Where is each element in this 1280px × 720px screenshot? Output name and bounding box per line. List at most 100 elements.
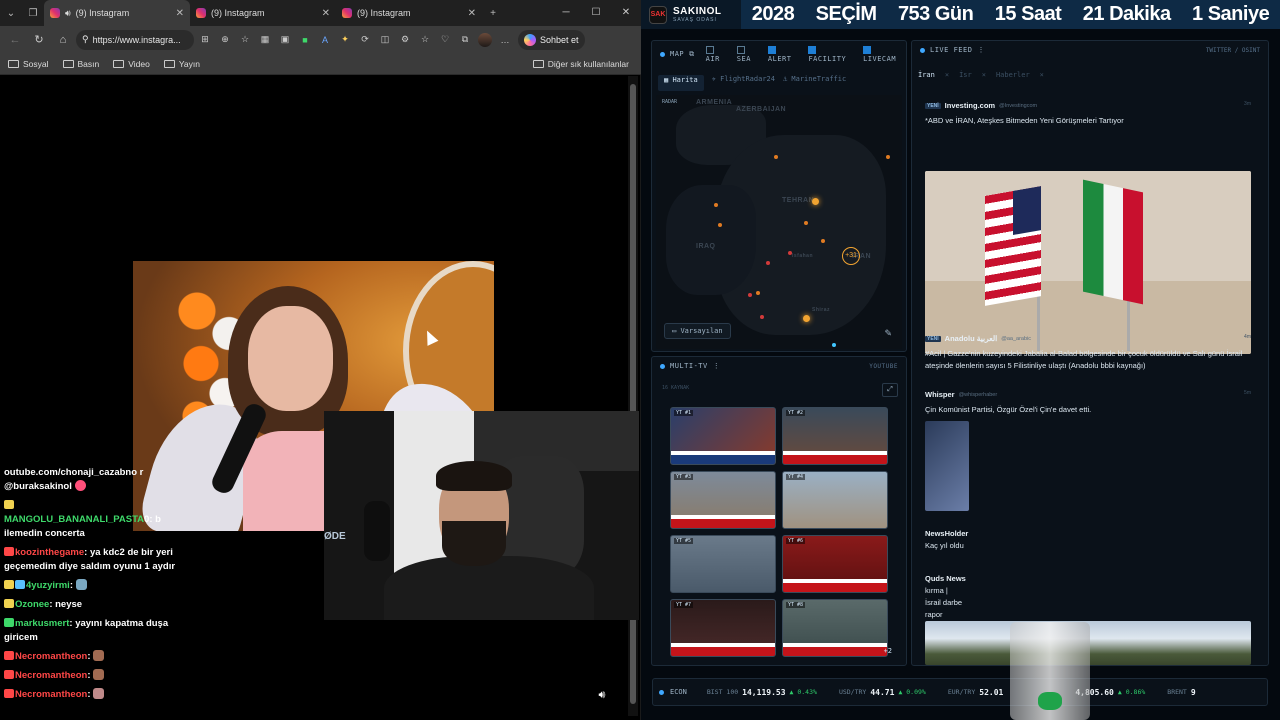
favorites-icon[interactable]: ☆ [416,31,434,49]
map-marker[interactable] [756,291,760,295]
url-field[interactable]: ⚲ https://www.instagra... [76,29,194,50]
sync-icon[interactable]: ⟳ [356,31,374,49]
workspaces-icon[interactable]: ❐ [22,2,44,24]
tv-stream[interactable]: YT #5 [670,535,776,593]
translate-icon[interactable]: A [316,31,334,49]
checkbox-icon[interactable] [705,45,714,54]
tv-stream[interactable]: YT #2 [782,407,888,465]
tv-stream[interactable]: YT #7 [670,599,776,657]
map-marker[interactable] [804,221,808,225]
feed-tab-news[interactable]: Haberler [996,71,1030,79]
map-marker[interactable] [718,223,722,227]
map-marker[interactable] [760,315,764,319]
tv-stream[interactable]: YT #1 [670,407,776,465]
feed-item[interactable]: YENİ Anadolu العربية @aa_arabic 4m #Acil… [925,334,1251,372]
extensions-puzzle-icon[interactable]: ⚙ [396,31,414,49]
feed-tab-close-icon[interactable]: × [1040,71,1044,79]
zoom-icon[interactable]: ⊕ [216,31,234,49]
bookmark-folder-yayin[interactable]: Yayın [163,59,200,69]
tab-instagram-2[interactable]: (9) Instagram ✕ [190,0,336,26]
new-tab-icon[interactable]: + [482,2,504,24]
close-tab-icon[interactable]: ✕ [468,8,476,19]
quote-eurtry[interactable]: EUR/TRY 52.01 [948,688,1004,697]
tv-stream[interactable]: YT #4 [782,471,888,529]
checkbox-icon[interactable] [863,45,872,54]
tv-stream[interactable]: YT #6 [782,535,888,593]
app-available-icon[interactable]: ⊞ [196,31,214,49]
quote-brent[interactable]: BRENT 9 [1167,688,1195,697]
browser-essentials-icon[interactable]: ♡ [436,31,454,49]
feed-image-flags[interactable] [925,171,1251,354]
maximize-icon[interactable]: ☐ [581,0,611,26]
filter-livecam[interactable]: LIVECAM [863,45,906,63]
extension-icon[interactable]: ■ [296,31,314,49]
checkbox-icon[interactable] [767,45,776,54]
more-menu-icon[interactable]: … [496,31,514,49]
extension-icon[interactable]: ▦ [256,31,274,49]
split-screen-icon[interactable]: ◫ [376,31,394,49]
feed-item[interactable]: Whisper @whisperhaber 5m Çin Komünist Pa… [925,390,1251,416]
feed-item[interactable]: Quds News kırma | İsrail darbe rapor [925,574,966,621]
checkbox-icon[interactable] [808,45,817,54]
feed-tab-close-icon[interactable]: × [982,71,986,79]
speaker-icon[interactable]: 🔊︎ [65,8,71,19]
quote-bist[interactable]: BIST 100 14,119.53 ▲ 0.43% [707,688,817,697]
feed-item[interactable]: NewsHolder Kaç yıl oldu [925,529,995,552]
tab-harita[interactable]: ▦ Harita [658,75,704,91]
map-cluster[interactable]: +31 [842,247,860,265]
default-view-button[interactable]: ▭ Varsayılan [664,323,731,339]
feed-tab-close-icon[interactable]: × [945,71,949,79]
home-icon[interactable]: ⌂ [52,29,74,51]
close-tab-icon[interactable]: ✕ [176,8,184,19]
tab-flightradar[interactable]: ✈ FlightRadar24 [712,75,775,91]
other-bookmarks[interactable]: Diğer sık kullanılanlar [532,59,629,69]
minimize-icon[interactable]: ─ [551,0,581,26]
close-window-icon[interactable]: ✕ [611,0,641,26]
bookmark-folder-video[interactable]: Video [113,59,150,69]
map-marker[interactable] [886,155,890,159]
feed-tab-iran[interactable]: İran [918,71,935,79]
checkbox-icon[interactable] [736,45,745,54]
tab-marinetraffic[interactable]: ⚓ MarineTraffic [783,75,846,91]
tab-actions-chevron-icon[interactable]: ⌄ [0,2,22,24]
volume-icon[interactable]: 🔊︎ [594,687,610,703]
map-marker[interactable] [821,239,825,243]
map-marker[interactable] [803,315,810,322]
page-scrollbar[interactable] [628,76,638,716]
edit-pencil-icon[interactable]: ✎ [884,328,892,339]
tv-stream[interactable]: YT #3 [670,471,776,529]
map-marker[interactable] [748,293,752,297]
filter-alert[interactable]: ALERT [767,45,802,63]
map-marker[interactable] [774,155,778,159]
profile-avatar[interactable] [476,31,494,49]
tv-more-count[interactable]: +2 [884,647,892,655]
tab-instagram-3[interactable]: (9) Instagram ✕ [336,0,482,26]
copilot-button[interactable]: Sohbet et [518,29,585,50]
map-marker[interactable] [832,343,836,347]
refresh-icon[interactable]: ↻ [28,29,50,51]
filter-facility[interactable]: FACILITY [808,45,856,63]
feed-item[interactable]: YENİ Investing.com @Investingcom 3m *ABD… [925,101,1251,127]
filter-sea[interactable]: SEA [736,45,761,63]
expand-icon[interactable]: ⤢ [882,383,898,397]
map-marker[interactable] [714,203,718,207]
site-info-icon[interactable]: ⚲ [82,34,89,45]
bookmark-folder-sosyal[interactable]: Sosyal [8,59,49,69]
close-tab-icon[interactable]: ✕ [322,8,330,19]
map-marker[interactable] [788,251,792,255]
layers-icon[interactable]: ⧉ [689,50,695,59]
bookmark-folder-basin[interactable]: Basın [62,59,99,69]
favorite-star-icon[interactable]: ☆ [236,31,254,49]
menu-icon[interactable]: ⋮ [977,46,985,54]
quote-usdtry[interactable]: USD/TRY 44.71 ▲ 0.09% [839,688,926,697]
tv-stream[interactable]: YT #8 [782,599,888,657]
back-icon[interactable]: ← [4,29,26,51]
menu-icon[interactable]: ⋮ [713,362,721,370]
extension-icon[interactable]: ✦ [336,31,354,49]
radar-map[interactable]: RADAR ARMENIA AZERBAIJAN TEHRAN IRAQ IRA… [656,95,902,349]
map-marker[interactable] [812,198,819,205]
feed-image[interactable] [925,421,969,511]
collections-icon[interactable]: ⧉ [456,31,474,49]
feed-tab-isr[interactable]: İsr [959,71,972,79]
extension-icon[interactable]: ▣ [276,31,294,49]
